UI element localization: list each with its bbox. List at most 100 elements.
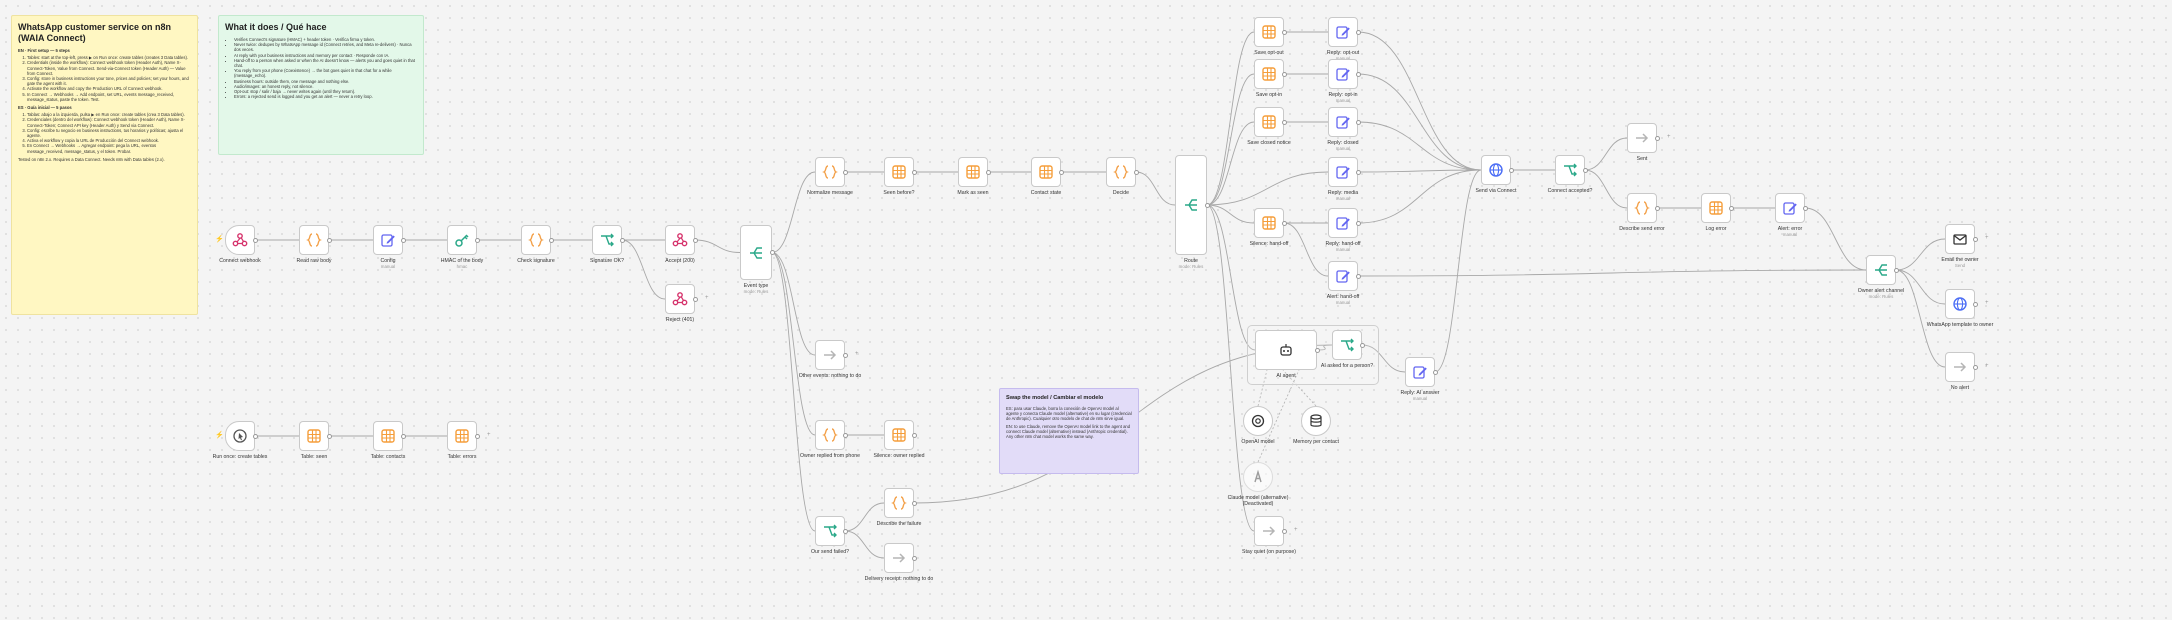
node-alert-handoff[interactable] xyxy=(1328,261,1358,291)
output-port[interactable] xyxy=(252,237,258,243)
node-save-closed[interactable] xyxy=(1254,107,1284,137)
output-port[interactable] xyxy=(842,352,848,358)
node-stay-quiet[interactable] xyxy=(1254,516,1284,546)
output-port[interactable] xyxy=(400,237,406,243)
node-event-type[interactable] xyxy=(740,225,772,280)
node-describe-send-error[interactable] xyxy=(1627,193,1657,223)
add-node-plus-icon[interactable]: + xyxy=(1985,363,1989,369)
node-sent[interactable] xyxy=(1627,123,1657,153)
add-node-plus-icon[interactable]: + xyxy=(1294,527,1298,533)
node-save-opt-in[interactable] xyxy=(1254,59,1284,89)
node-silence-handoff[interactable] xyxy=(1254,208,1284,238)
node-openai-model[interactable] xyxy=(1243,406,1273,436)
connection-edge[interactable] xyxy=(1206,204,1255,224)
node-send-via-connect[interactable] xyxy=(1481,155,1511,185)
node-owner-alert-channel[interactable] xyxy=(1866,255,1896,285)
output-port[interactable] xyxy=(1314,347,1320,353)
connection-edge[interactable] xyxy=(1206,121,1255,206)
node-reply-opt-in[interactable] xyxy=(1328,59,1358,89)
output-port[interactable] xyxy=(400,433,406,439)
output-port[interactable] xyxy=(842,169,848,175)
output-port[interactable] xyxy=(1281,528,1287,534)
node-reply-ai[interactable] xyxy=(1405,357,1435,387)
output-port[interactable] xyxy=(1355,119,1361,125)
connection-edge[interactable] xyxy=(1135,171,1176,206)
node-reject-401[interactable] xyxy=(665,284,695,314)
node-no-alert[interactable] xyxy=(1945,352,1975,382)
connection-edge[interactable] xyxy=(771,252,816,356)
connection-edge[interactable] xyxy=(1584,137,1628,171)
node-claude-model[interactable] xyxy=(1243,462,1273,492)
add-node-plus-icon[interactable]: + xyxy=(1667,134,1671,140)
node-reply-closed[interactable] xyxy=(1328,107,1358,137)
node-table-errors[interactable] xyxy=(447,421,477,451)
output-port[interactable] xyxy=(911,555,917,561)
node-run-once[interactable] xyxy=(225,421,255,451)
output-port[interactable] xyxy=(911,432,917,438)
node-reply-opt-out[interactable] xyxy=(1328,17,1358,47)
output-port[interactable] xyxy=(326,433,332,439)
connection-edge[interactable] xyxy=(771,171,816,253)
node-table-seen[interactable] xyxy=(299,421,329,451)
node-describe-failure[interactable] xyxy=(884,488,914,518)
output-port[interactable] xyxy=(911,169,917,175)
add-node-plus-icon[interactable]: + xyxy=(705,295,709,301)
sticky-setup-guide[interactable]: WhatsApp customer service on n8n (WAIA C… xyxy=(11,15,198,315)
sticky-what-it-does[interactable]: What it does / Qué hace Verifies Connect… xyxy=(218,15,424,155)
node-route[interactable] xyxy=(1175,155,1207,255)
output-port[interactable] xyxy=(1432,369,1438,375)
node-other-events[interactable] xyxy=(815,340,845,370)
connection-edge[interactable] xyxy=(1206,31,1255,206)
output-port[interactable] xyxy=(1281,220,1287,226)
output-port[interactable] xyxy=(985,169,991,175)
node-check-signature[interactable] xyxy=(521,225,551,255)
output-port[interactable] xyxy=(548,237,554,243)
node-read-raw-body[interactable] xyxy=(299,225,329,255)
output-port[interactable] xyxy=(1972,364,1978,370)
output-port[interactable] xyxy=(1058,169,1064,175)
connection-edge[interactable] xyxy=(771,252,816,436)
add-node-plus-icon[interactable]: + xyxy=(487,432,491,438)
sticky-swap-model[interactable]: Swap the model / Cambiar el modelo ES: p… xyxy=(999,388,1139,474)
node-memory[interactable] xyxy=(1301,406,1331,436)
node-hmac[interactable] xyxy=(447,225,477,255)
node-owner-replied[interactable] xyxy=(815,420,845,450)
connection-edge[interactable] xyxy=(1434,169,1482,373)
node-log-error[interactable] xyxy=(1701,193,1731,223)
output-port[interactable] xyxy=(1802,205,1808,211)
output-port[interactable] xyxy=(1355,71,1361,77)
output-port[interactable] xyxy=(1508,167,1514,173)
node-contact-state[interactable] xyxy=(1031,157,1061,187)
output-port[interactable] xyxy=(474,237,480,243)
add-node-plus-icon[interactable]: + xyxy=(1985,235,1989,241)
output-port[interactable] xyxy=(1972,236,1978,242)
output-port[interactable] xyxy=(252,433,258,439)
connection-edge[interactable] xyxy=(694,239,741,253)
add-node-plus-icon[interactable]: + xyxy=(1985,300,1989,306)
output-port[interactable] xyxy=(692,237,698,243)
node-seen-before[interactable] xyxy=(884,157,914,187)
connection-edge[interactable] xyxy=(1804,207,1867,271)
output-port[interactable] xyxy=(842,432,848,438)
connection-edge[interactable] xyxy=(1895,269,1946,368)
connection-edge[interactable] xyxy=(621,239,666,300)
node-normalize[interactable] xyxy=(815,157,845,187)
node-decide[interactable] xyxy=(1106,157,1136,187)
output-port[interactable] xyxy=(842,528,848,534)
output-port[interactable] xyxy=(474,433,480,439)
node-accept-200[interactable] xyxy=(665,225,695,255)
output-port[interactable] xyxy=(1893,267,1899,273)
node-signature-ok[interactable] xyxy=(592,225,622,255)
output-port[interactable] xyxy=(1355,169,1361,175)
output-port[interactable] xyxy=(1281,71,1287,77)
output-port[interactable] xyxy=(1204,202,1210,208)
node-mark-as-seen[interactable] xyxy=(958,157,988,187)
output-port[interactable] xyxy=(1654,205,1660,211)
node-save-opt-out[interactable] xyxy=(1254,17,1284,47)
output-port[interactable] xyxy=(326,237,332,243)
node-ai-asked[interactable] xyxy=(1332,330,1362,360)
output-port[interactable] xyxy=(692,296,698,302)
output-port[interactable] xyxy=(1355,29,1361,35)
node-our-send-failed[interactable] xyxy=(815,516,845,546)
node-alert-error[interactable] xyxy=(1775,193,1805,223)
